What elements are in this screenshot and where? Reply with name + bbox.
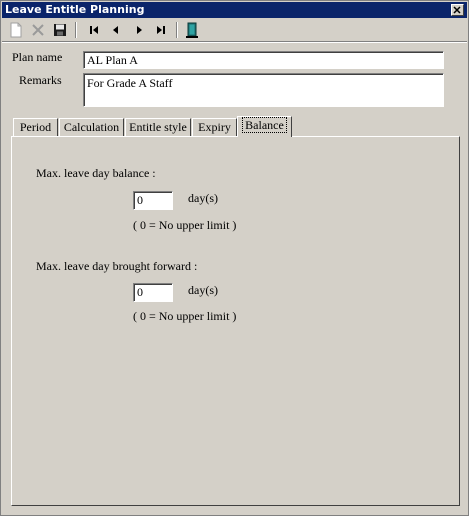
delete-button[interactable] (29, 21, 47, 39)
previous-record-button[interactable] (107, 21, 125, 39)
tab-label: Period (19, 120, 52, 134)
window-title: Leave Entitle Planning (5, 3, 145, 16)
brought-forward-input[interactable] (133, 283, 173, 302)
brought-forward-unit: day(s) (188, 283, 218, 297)
tab-label: Balance (242, 117, 287, 133)
plan-name-input[interactable] (83, 51, 444, 69)
last-record-icon (157, 26, 165, 34)
max-balance-hint: ( 0 = No upper limit ) (133, 218, 237, 232)
max-balance-label: Max. leave day balance : (36, 166, 156, 180)
title-bar: Leave Entitle Planning (2, 2, 467, 18)
close-button[interactable] (451, 4, 464, 16)
exit-door-icon (186, 22, 198, 38)
plan-name-label: Plan name (12, 50, 63, 64)
save-disk-icon (54, 24, 66, 36)
exit-button[interactable] (183, 21, 201, 39)
delete-x-icon (32, 24, 44, 36)
toolbar (2, 19, 467, 42)
max-balance-input[interactable] (133, 191, 173, 210)
last-record-button[interactable] (152, 21, 170, 39)
toolbar-separator (176, 22, 178, 38)
max-balance-unit: day(s) (188, 191, 218, 205)
brought-forward-hint: ( 0 = No upper limit ) (133, 309, 237, 323)
brought-forward-label: Max. leave day brought forward : (36, 259, 198, 273)
tab-expiry[interactable]: Expiry (192, 118, 237, 136)
tab-balance[interactable]: Balance (237, 116, 292, 137)
new-document-icon (10, 22, 22, 38)
toolbar-separator (75, 22, 77, 38)
close-icon (453, 6, 461, 14)
tab-calculation[interactable]: Calculation (59, 118, 124, 136)
save-button[interactable] (51, 21, 69, 39)
next-record-button[interactable] (130, 21, 148, 39)
new-button[interactable] (7, 21, 25, 39)
first-record-button[interactable] (85, 21, 103, 39)
tab-period[interactable]: Period (13, 118, 58, 136)
first-record-icon (90, 26, 98, 34)
tab-label: Entitle style (129, 120, 187, 134)
tab-label: Expiry (198, 120, 231, 134)
tab-label: Calculation (63, 120, 120, 134)
leave-entitle-planning-window: Leave Entitle Planning Plan name AL Plan… (0, 0, 469, 516)
remarks-textarea[interactable]: For Grade A Staff (83, 73, 444, 107)
tab-entitle-style[interactable]: Entitle style (125, 118, 191, 136)
balance-tab-panel: Max. leave day balance : day(s) ( 0 = No… (11, 136, 460, 506)
previous-record-icon (113, 26, 118, 34)
remarks-label: Remarks (19, 73, 62, 87)
next-record-icon (137, 26, 142, 34)
